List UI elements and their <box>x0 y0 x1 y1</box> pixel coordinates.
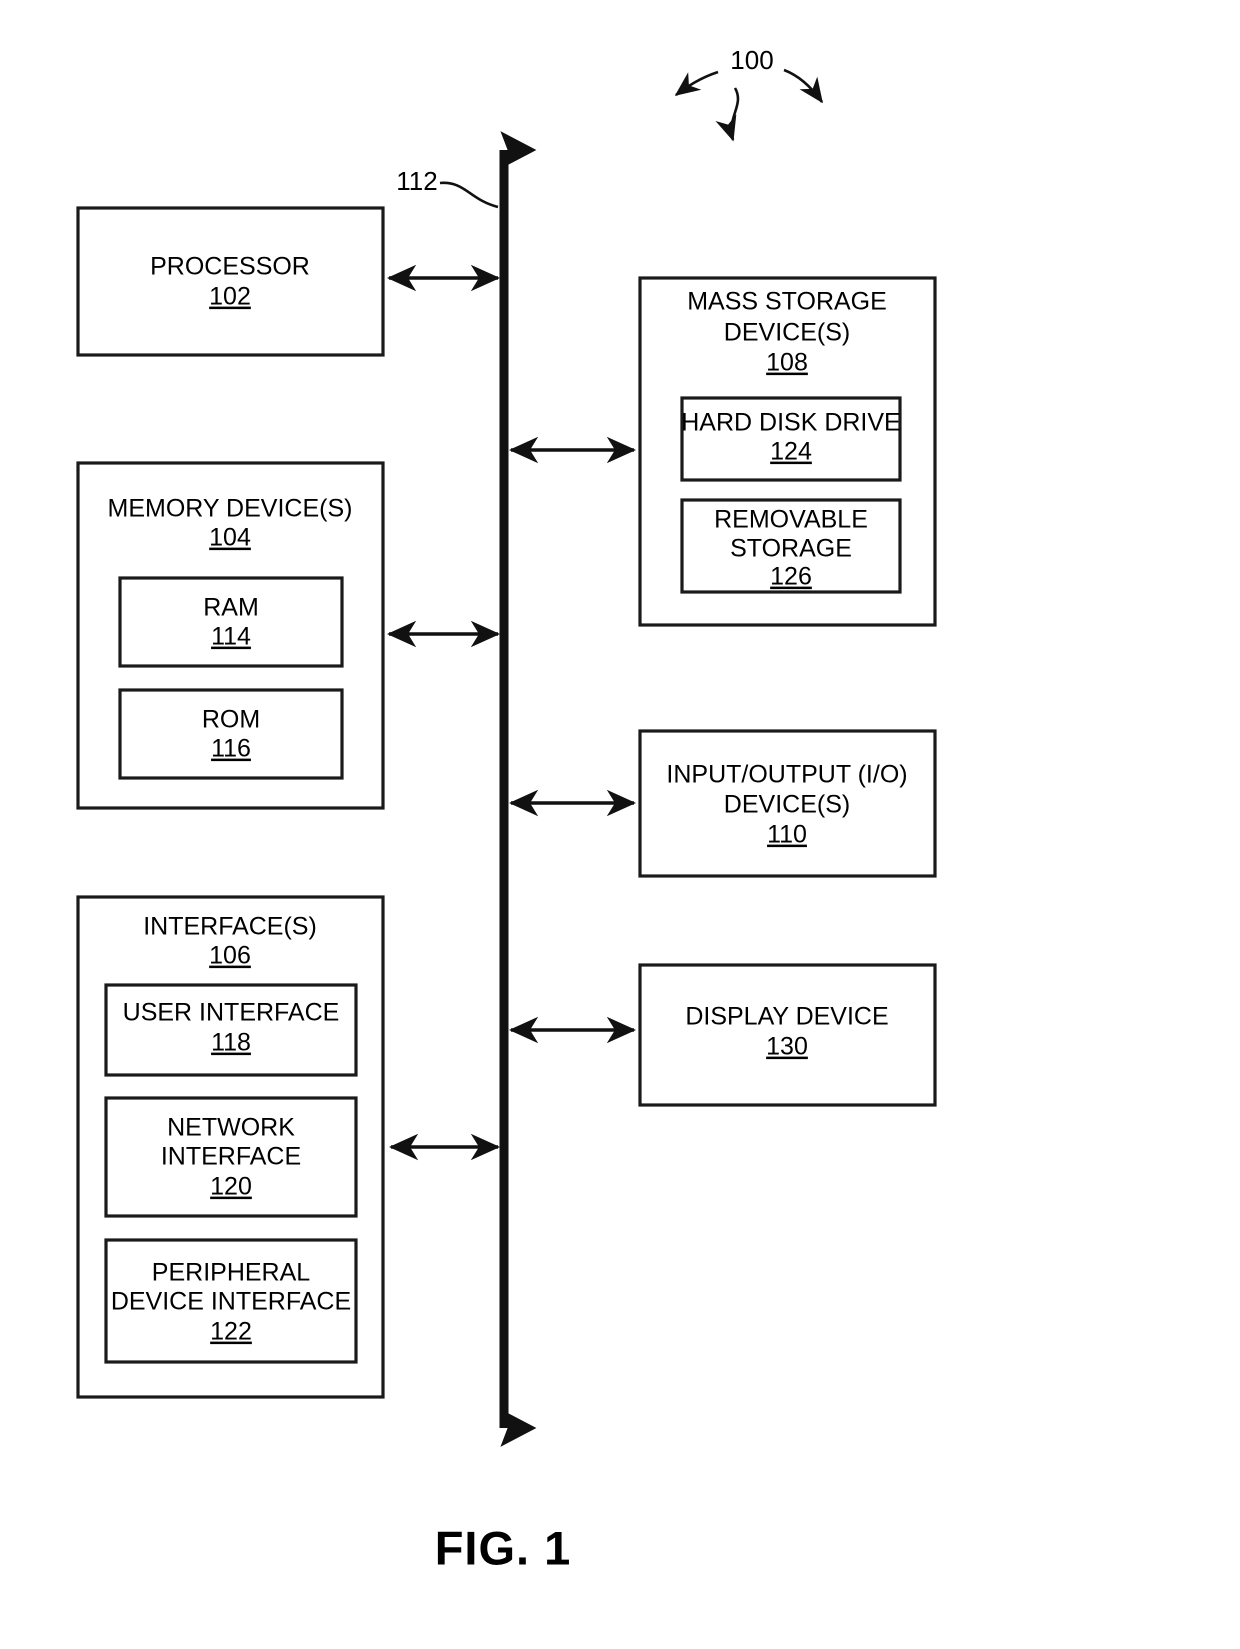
figure-caption: FIG. 1 <box>435 1521 572 1574</box>
block-ram[interactable]: RAM 114 <box>118 576 344 668</box>
peripheral-device-interface-title-line1: PERIPHERAL <box>152 1259 310 1287</box>
callout-arrow-right <box>783 68 824 104</box>
processor-box[interactable] <box>76 206 385 357</box>
io-devices-title-line1: INPUT/OUTPUT (I/O) <box>666 761 907 789</box>
interfaces-ref: 106 <box>209 942 251 970</box>
memory-devices-ref: 104 <box>209 524 251 552</box>
user-interface-ref: 118 <box>211 1029 251 1057</box>
rom-title: ROM <box>202 706 260 734</box>
block-network-interface[interactable]: NETWORK INTERFACE 120 <box>104 1096 358 1218</box>
block-user-interface[interactable]: USER INTERFACE 118 <box>104 983 358 1077</box>
removable-storage-title-line1: REMOVABLE <box>714 506 868 534</box>
io-devices-ref: 110 <box>767 821 807 849</box>
block-hard-disk-drive[interactable]: HARD DISK DRIVE 124 <box>680 396 902 482</box>
network-interface-title-line2: INTERFACE <box>161 1143 301 1171</box>
block-interfaces[interactable]: INTERFACE(S) 106 USER INTERFACE 118 NETW… <box>76 895 385 1399</box>
processor-ref: 102 <box>209 283 251 311</box>
block-io-devices[interactable]: INPUT/OUTPUT (I/O) DEVICE(S) 110 <box>638 729 937 878</box>
bus-label: 112 <box>396 166 437 196</box>
interfaces-title: INTERFACE(S) <box>143 913 317 941</box>
callout-arrow-left <box>674 70 719 97</box>
peripheral-device-interface-title-line2: DEVICE INTERFACE <box>111 1288 351 1316</box>
processor-title: PROCESSOR <box>150 253 310 281</box>
system-reference-callout: 100 <box>674 45 824 142</box>
system-label: 100 <box>730 45 773 75</box>
removable-storage-title-line2: STORAGE <box>730 535 852 563</box>
block-processor[interactable]: PROCESSOR 102 <box>76 206 385 357</box>
bus-leader-line <box>439 181 499 209</box>
peripheral-device-interface-ref: 122 <box>210 1318 252 1346</box>
network-interface-ref: 120 <box>210 1173 252 1201</box>
block-memory-devices[interactable]: MEMORY DEVICE(S) 104 RAM 114 ROM 116 <box>76 461 385 810</box>
system-bus: 112 <box>396 131 537 1447</box>
rom-ref: 116 <box>211 735 251 763</box>
display-device-ref: 130 <box>766 1033 808 1061</box>
hard-disk-drive-ref: 124 <box>770 438 812 466</box>
ram-title: RAM <box>203 594 259 622</box>
removable-storage-ref: 126 <box>770 563 812 591</box>
block-display-device[interactable]: DISPLAY DEVICE 130 <box>638 963 937 1107</box>
ram-ref: 114 <box>211 623 251 651</box>
hard-disk-drive-title: HARD DISK DRIVE <box>681 409 900 437</box>
display-device-title: DISPLAY DEVICE <box>685 1003 888 1031</box>
figure-page: 100 112 PROCESSOR 102 MEMORY DEVICE(S) 1… <box>0 0 1240 1649</box>
block-removable-storage[interactable]: REMOVABLE STORAGE 126 <box>680 498 902 594</box>
user-interface-title: USER INTERFACE <box>123 999 340 1027</box>
network-interface-title-line1: NETWORK <box>167 1114 295 1142</box>
block-mass-storage-devices[interactable]: MASS STORAGE DEVICE(S) 108 HARD DISK DRI… <box>638 276 937 627</box>
mass-storage-ref: 108 <box>766 349 808 377</box>
connection-arrows <box>386 264 637 1161</box>
callout-arrow-down <box>715 87 740 142</box>
memory-devices-title: MEMORY DEVICE(S) <box>108 495 353 523</box>
mass-storage-title-line2: DEVICE(S) <box>724 319 850 347</box>
block-diagram: 100 112 PROCESSOR 102 MEMORY DEVICE(S) 1… <box>76 45 937 1574</box>
block-rom[interactable]: ROM 116 <box>118 688 344 780</box>
io-devices-title-line2: DEVICE(S) <box>724 791 850 819</box>
mass-storage-title-line1: MASS STORAGE <box>687 288 887 316</box>
block-peripheral-device-interface[interactable]: PERIPHERAL DEVICE INTERFACE 122 <box>104 1238 358 1364</box>
